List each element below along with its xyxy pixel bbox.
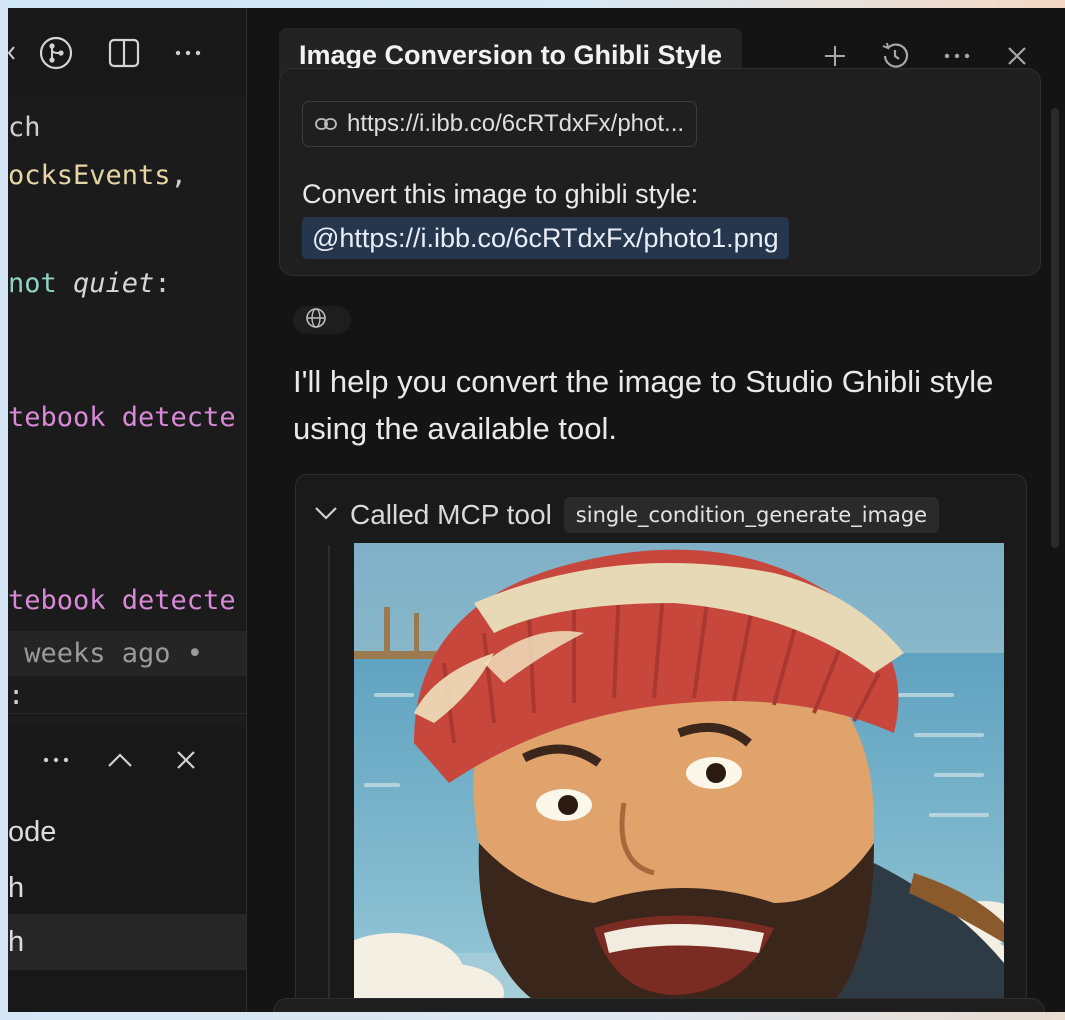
terminal-panel-toolbar bbox=[8, 730, 246, 790]
tool-call-title: Called MCP tool bbox=[350, 499, 552, 530]
close-icon[interactable] bbox=[166, 740, 206, 780]
terminal-list-item[interactable]: h bbox=[8, 860, 246, 916]
web-search-indicator[interactable] bbox=[293, 306, 351, 334]
globe-icon bbox=[305, 307, 327, 334]
code-line: : bbox=[8, 680, 25, 711]
tool-name-badge: single_condition_generate_image bbox=[563, 497, 940, 533]
editor-toolbar bbox=[8, 8, 246, 96]
more-icon[interactable] bbox=[170, 36, 206, 70]
split-editor-icon[interactable] bbox=[106, 36, 142, 70]
chat-input-box[interactable] bbox=[273, 998, 1045, 1012]
url-mention[interactable]: @https://i.ibb.co/6cRTdxFx/photo1.png bbox=[302, 217, 789, 259]
tool-call-card: Called MCP tool single_condition_generat… bbox=[295, 474, 1027, 1012]
editor-pane: ch ocksEvents, not quiet: tebook detecte… bbox=[8, 8, 246, 1012]
chevron-up-icon[interactable] bbox=[100, 740, 140, 780]
window-frame-left bbox=[0, 0, 8, 1020]
chat-pane: Image Conversion to Ghibli Style https:/… bbox=[247, 8, 1065, 1012]
tool-output-rail bbox=[328, 545, 330, 1012]
chevron-left-icon[interactable] bbox=[8, 36, 18, 70]
code-line: tebook detecte bbox=[8, 402, 236, 433]
code-line: ch bbox=[8, 112, 41, 143]
link-icon bbox=[315, 110, 337, 138]
code-line: tebook detecte bbox=[8, 585, 236, 616]
window-frame-top bbox=[0, 0, 1065, 8]
assistant-message-text: I'll help you convert the image to Studi… bbox=[293, 364, 994, 446]
code-editor[interactable]: ch ocksEvents, not quiet: tebook detecte… bbox=[8, 96, 246, 726]
code-line: not quiet: bbox=[8, 268, 171, 299]
user-message-text: Convert this image to ghibli style: @htt… bbox=[302, 173, 1022, 259]
tool-call-header[interactable]: Called MCP tool single_condition_generat… bbox=[314, 495, 940, 535]
attachment-chip[interactable]: https://i.ibb.co/6cRTdxFx/phot... bbox=[302, 101, 698, 147]
window-frame-bottom bbox=[0, 1012, 1065, 1020]
chat-scrollbar[interactable] bbox=[1051, 108, 1059, 548]
git-blame-annotation: weeks ago • bbox=[8, 638, 204, 669]
attachment-label: https://i.ibb.co/6cRTdxFx/phot... bbox=[347, 110, 685, 137]
terminal-list-item-selected[interactable]: h bbox=[8, 914, 246, 970]
chevron-down-icon[interactable] bbox=[314, 506, 338, 525]
generated-image[interactable] bbox=[354, 543, 1004, 1012]
terminal-list-item[interactable]: ode bbox=[8, 804, 246, 860]
user-message-card[interactable]: https://i.ibb.co/6cRTdxFx/phot... Conver… bbox=[279, 68, 1041, 276]
source-control-icon[interactable] bbox=[38, 36, 74, 70]
panel-divider bbox=[8, 713, 246, 714]
more-icon[interactable] bbox=[36, 740, 76, 780]
code-line: ocksEvents, bbox=[8, 160, 187, 191]
